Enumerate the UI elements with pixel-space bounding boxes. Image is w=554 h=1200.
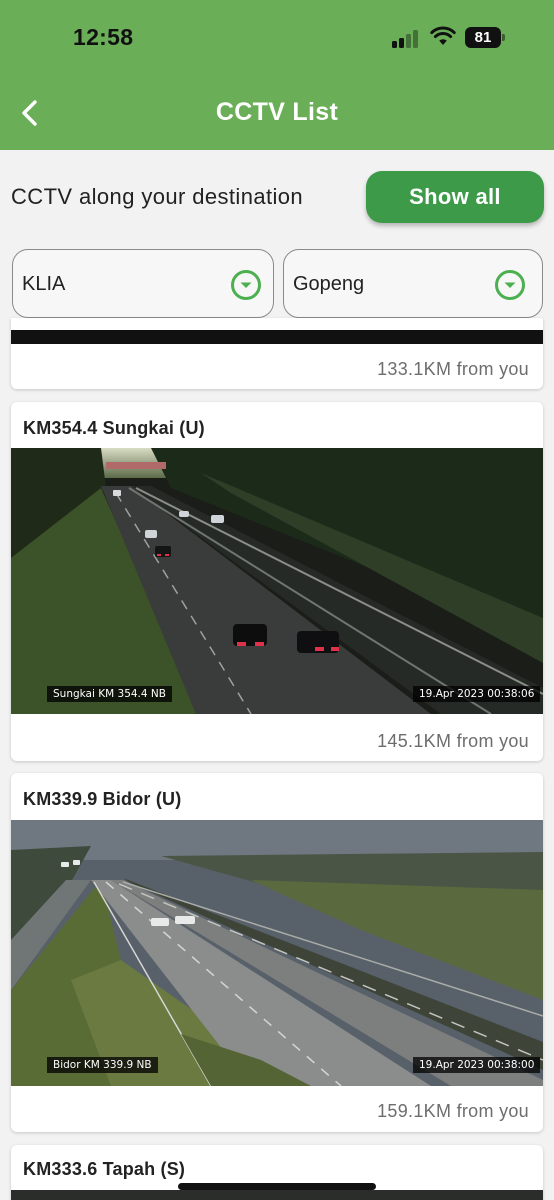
cellular-signal-icon — [392, 30, 420, 48]
cctv-card[interactable]: 133.1KM from you — [11, 318, 543, 389]
chevron-down-circle-icon — [231, 270, 261, 300]
show-all-button[interactable]: Show all — [366, 171, 544, 223]
destination-label: CCTV along your destination — [11, 184, 304, 209]
chevron-down-circle-icon — [495, 270, 525, 300]
page-title: CCTV List — [215, 98, 339, 126]
cctv-card[interactable]: KM333.6 Tapah (S) — [11, 1145, 543, 1200]
camera-feed-image — [11, 1190, 543, 1200]
camera-title: KM333.6 Tapah (S) — [23, 1159, 186, 1179]
camera-feed-image: Sungkai KM 354.4 NB 19.Apr 2023 00:38:06 — [11, 448, 543, 714]
app-header: 12:58 81 CCTV List — [0, 0, 554, 150]
battery-icon: 81 — [465, 27, 505, 48]
camera-feed-image: Bidor KM 339.9 NB 19.Apr 2023 00:38:00 — [11, 820, 543, 1086]
camera-overlay-location: Bidor KM 339.9 NB — [47, 1057, 158, 1073]
origin-value: KLIA — [22, 273, 66, 295]
camera-feed-image — [11, 330, 543, 344]
status-bar: 12:58 81 — [0, 0, 554, 76]
camera-overlay-location: Sungkai KM 354.4 NB — [47, 686, 172, 702]
cctv-card[interactable]: KM339.9 Bidor (U) Bidor KM 339.9 NB 19.A… — [11, 773, 543, 1132]
home-indicator — [178, 1183, 376, 1190]
destination-select[interactable]: Gopeng — [283, 249, 543, 318]
camera-distance: 145.1KM from you — [377, 731, 529, 751]
camera-title: KM339.9 Bidor (U) — [23, 789, 182, 809]
camera-overlay-timestamp: 19.Apr 2023 00:38:06 — [413, 686, 541, 702]
origin-select[interactable]: KLIA — [12, 249, 274, 318]
cctv-card[interactable]: KM354.4 Sungkai (U) Sungkai KM 354.4 NB … — [11, 402, 543, 761]
wifi-icon — [430, 26, 456, 45]
camera-overlay-timestamp: 19.Apr 2023 00:38:00 — [413, 1057, 541, 1073]
status-time: 12:58 — [73, 24, 134, 50]
camera-title: KM354.4 Sungkai (U) — [23, 418, 205, 438]
destination-value: Gopeng — [293, 273, 365, 295]
camera-distance: 159.1KM from you — [377, 1101, 529, 1121]
camera-distance: 133.1KM from you — [377, 359, 529, 379]
battery-level: 81 — [465, 27, 501, 48]
